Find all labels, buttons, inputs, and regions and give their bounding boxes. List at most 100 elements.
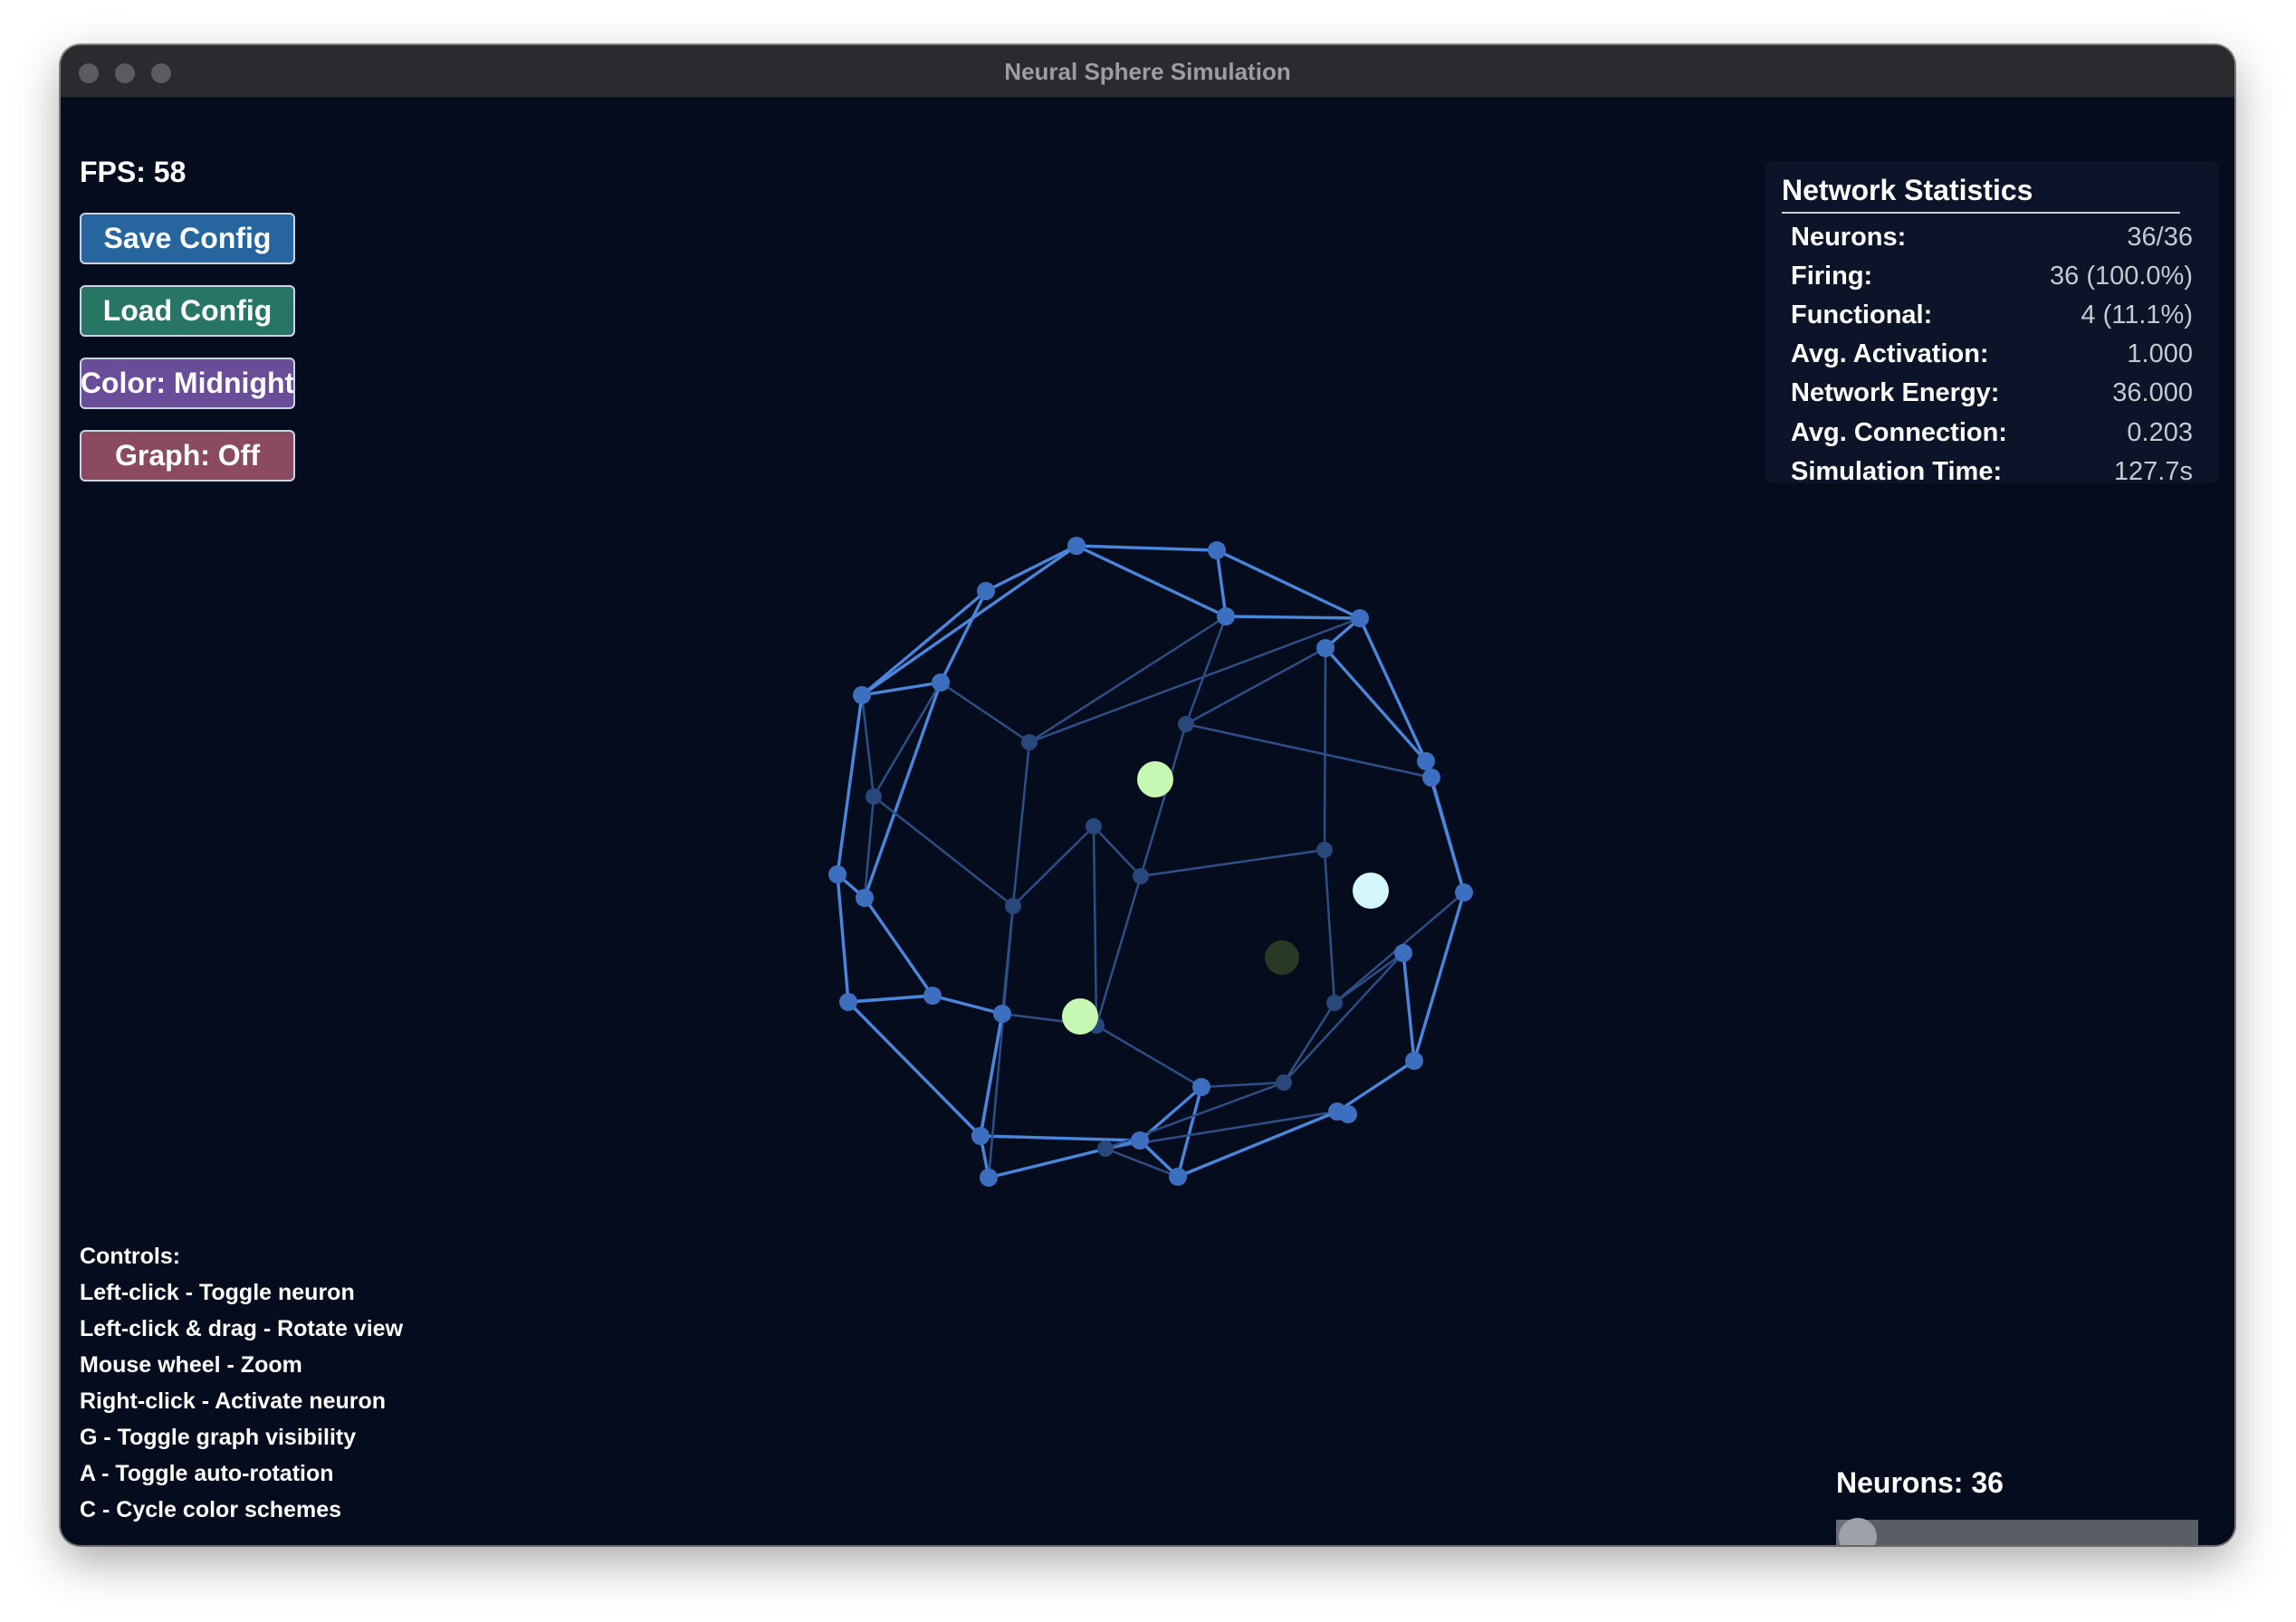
connection-edge [940, 681, 1030, 744]
controls-help: Controls: Left-click - Toggle neuron Lef… [80, 1238, 403, 1528]
stat-label: Avg. Activation: [1791, 339, 1989, 368]
connection-edge [1358, 617, 1428, 762]
neuron-node[interactable] [1178, 716, 1194, 732]
neuron-node[interactable] [1086, 818, 1102, 835]
connection-edge [861, 544, 1077, 697]
control-line: Right-click - Activate neuron [80, 1388, 387, 1414]
stat-row-neurons: Neurons: 36/36 [1791, 223, 2193, 257]
connection-edge [1176, 1086, 1203, 1178]
neuron-node[interactable] [1097, 1140, 1114, 1157]
stat-label: Network Energy: [1791, 378, 2000, 407]
graph-toggle-button[interactable]: Graph: Off [80, 430, 295, 482]
network-statistics-panel: Network Statistics Neurons: 36/36 Firing… [1765, 161, 2218, 486]
neuron-node[interactable] [1422, 768, 1440, 787]
active-neuron[interactable] [1062, 998, 1098, 1035]
stat-value: 36.000 [2112, 378, 2193, 407]
color-scheme-button[interactable]: Color: Midnight [80, 358, 295, 409]
connection-edge [932, 994, 1003, 1016]
neuron-node[interactable] [1217, 607, 1235, 625]
connection-edge [860, 589, 988, 697]
neuron-node[interactable] [1339, 1105, 1357, 1123]
stat-value: 0.203 [2127, 418, 2193, 447]
neuron-node[interactable] [1455, 883, 1473, 902]
connection-edge [1092, 825, 1098, 1026]
neuron-count-label: Neurons: 36 [1836, 1466, 2004, 1499]
active-neuron[interactable] [1353, 873, 1389, 909]
neuron-node[interactable] [1131, 1131, 1149, 1150]
stat-value: 1.000 [2127, 339, 2193, 368]
simulation-canvas[interactable]: FPS: 58 Save Config Load Config Color: M… [61, 98, 2234, 1545]
neuron-node[interactable] [1021, 734, 1038, 750]
neuron-node[interactable] [866, 788, 882, 805]
connection-edge [863, 897, 934, 997]
neuron-node[interactable] [1351, 609, 1369, 627]
stat-row-avg-activation: Avg. Activation: 1.000 [1791, 339, 2193, 374]
neuron-node[interactable] [1005, 898, 1021, 914]
neuron-node[interactable] [980, 1169, 998, 1187]
app-window: Neural Sphere Simulation FPS: 58 Save Co… [61, 45, 2234, 1545]
neuron-node[interactable] [856, 889, 874, 907]
active-neuron[interactable] [1137, 761, 1173, 797]
stat-label: Simulation Time: [1791, 457, 2003, 486]
neuron-node[interactable] [1208, 541, 1226, 559]
connection-edge [860, 694, 875, 797]
connection-edge [1323, 849, 1336, 1004]
connection-edge [1225, 615, 1361, 620]
slider-handle[interactable] [1839, 1518, 1877, 1545]
stat-row-simulation-time: Simulation Time: 127.7s [1791, 457, 2193, 491]
neuron-node[interactable] [993, 1005, 1011, 1023]
title-bar: Neural Sphere Simulation [61, 45, 2234, 98]
neuron-node[interactable] [1276, 1074, 1292, 1091]
connection-edge [1402, 952, 1416, 1062]
neuron-node[interactable] [932, 673, 950, 692]
neuron-node[interactable] [1133, 868, 1149, 884]
load-config-button[interactable]: Load Config [80, 285, 295, 337]
stat-label: Functional: [1791, 301, 1933, 329]
connection-edge [1282, 1002, 1336, 1083]
connection-edge [1334, 951, 1404, 1005]
neuron-node[interactable] [853, 686, 871, 704]
stats-title: Network Statistics [1782, 174, 2033, 206]
connection-edge [1012, 825, 1095, 907]
neuron-node[interactable] [828, 865, 847, 883]
control-line: G - Toggle graph visibility [80, 1425, 357, 1450]
connection-edge [988, 1139, 1141, 1179]
neuron-node[interactable] [1169, 1168, 1187, 1186]
window-title: Neural Sphere Simulation [1004, 58, 1291, 85]
neuron-node[interactable] [1316, 639, 1335, 657]
inactive-neuron[interactable] [1265, 940, 1299, 975]
control-line: Left-click - Toggle neuron [80, 1280, 355, 1305]
control-line: Left-click & drag - Rotate view [80, 1316, 404, 1341]
connection-edge [980, 1134, 1141, 1142]
stat-label: Firing: [1791, 262, 1873, 291]
neuron-node[interactable] [1405, 1052, 1423, 1070]
control-line: C - Cycle color schemes [80, 1497, 342, 1522]
neuron-node[interactable] [977, 582, 995, 600]
connection-edge [873, 796, 1014, 907]
connection-edge [1076, 544, 1227, 618]
connection-edge [1185, 722, 1432, 779]
connection-edge [1177, 1110, 1338, 1178]
neuron-node[interactable] [1394, 944, 1412, 962]
neuron-node[interactable] [1326, 995, 1343, 1011]
save-config-button[interactable]: Save Config [80, 213, 295, 264]
connection-edge [1105, 1147, 1179, 1178]
neuron-node[interactable] [839, 993, 857, 1011]
neuron-node[interactable] [1192, 1078, 1210, 1096]
stat-value: 36/36 [2127, 223, 2193, 252]
connection-edge [1185, 646, 1326, 726]
stat-value: 4 (11.1%) [2081, 301, 2193, 329]
neuron-node[interactable] [971, 1127, 990, 1145]
neuron-count-slider[interactable] [1836, 1518, 2198, 1545]
connection-edge [1076, 544, 1218, 552]
connection-edge [1283, 952, 1404, 1083]
stat-label: Avg. Connection: [1791, 418, 2007, 447]
control-line: Mouse wheel - Zoom [80, 1352, 302, 1378]
neuron-node[interactable] [1316, 842, 1333, 858]
neuron-node[interactable] [1067, 537, 1086, 555]
connection-edge [847, 994, 933, 1004]
stat-row-firing: Firing: 36 (100.0%) [1791, 262, 2193, 296]
stats-divider [1782, 212, 2180, 214]
neuron-node[interactable] [1417, 752, 1435, 770]
neuron-node[interactable] [923, 987, 942, 1005]
